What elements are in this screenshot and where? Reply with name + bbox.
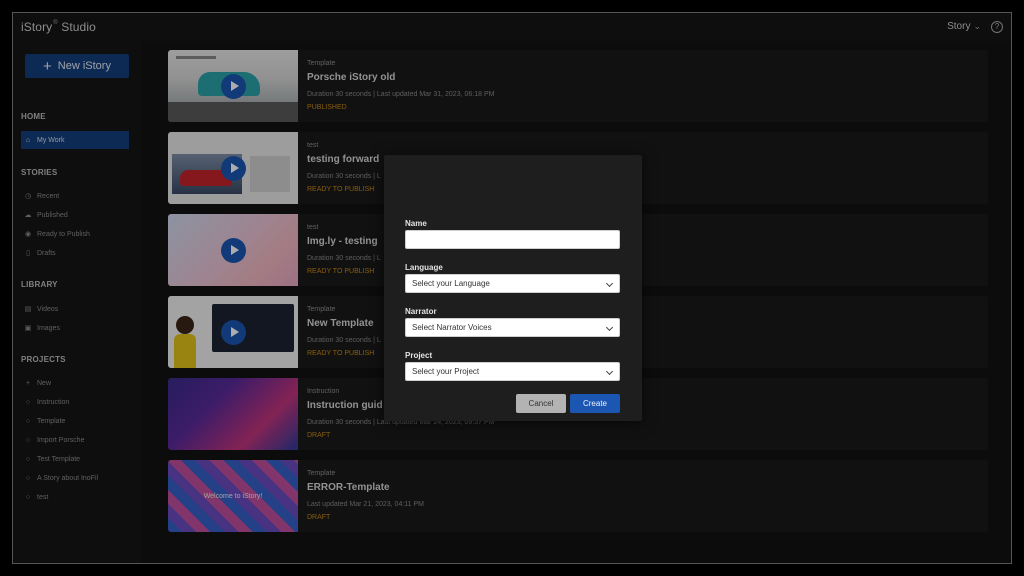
create-button[interactable]: Create [570,394,620,413]
chevron-down-icon [605,323,614,332]
project-label: Project [405,351,433,360]
name-label: Name [405,219,427,228]
project-select[interactable]: Select your Project [405,362,620,381]
project-select-value: Select your Project [412,367,480,376]
narrator-select[interactable]: Select Narrator Voices [405,318,620,337]
cancel-button[interactable]: Cancel [516,394,566,413]
chevron-down-icon [605,279,614,288]
language-select-value: Select your Language [412,279,490,288]
app-window: iStory® Studio Story ⌄ ? + New iStory HO… [12,12,1012,564]
language-select[interactable]: Select your Language [405,274,620,293]
create-istory-dialog: Name Language Select your Language Narra… [384,155,642,421]
narrator-select-value: Select Narrator Voices [412,323,492,332]
narrator-label: Narrator [405,307,437,316]
language-label: Language [405,263,443,272]
name-input[interactable] [405,230,620,249]
chevron-down-icon [605,367,614,376]
